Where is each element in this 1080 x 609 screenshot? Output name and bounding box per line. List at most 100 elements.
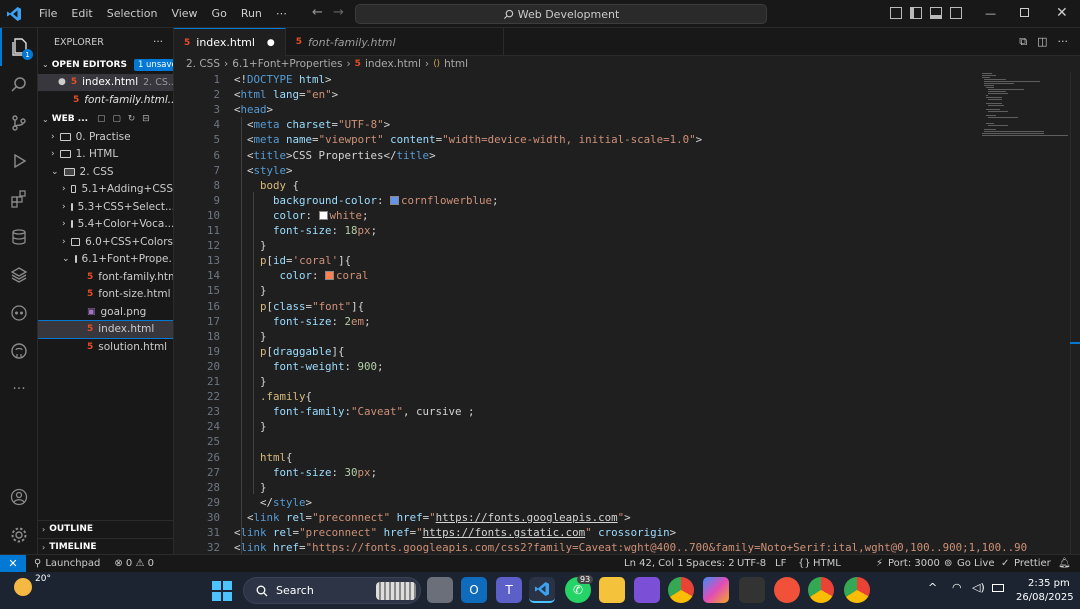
menu-view[interactable]: View bbox=[164, 7, 204, 20]
start-button[interactable] bbox=[212, 581, 232, 601]
copilot-app-icon[interactable] bbox=[634, 577, 660, 603]
color-swatch-icon[interactable] bbox=[318, 210, 328, 220]
copilot-color-icon[interactable] bbox=[703, 577, 729, 603]
menu-run[interactable]: Run bbox=[234, 7, 269, 20]
cursor-position[interactable]: Ln 42, Col 1 bbox=[624, 558, 684, 569]
task-view-icon[interactable] bbox=[427, 577, 453, 603]
timeline-section[interactable]: › TIMELINE bbox=[38, 538, 173, 554]
color-swatch-icon[interactable] bbox=[390, 195, 400, 205]
open-editor-index[interactable]: ● 5 index.html 2. CS... bbox=[38, 73, 173, 91]
volume-icon[interactable]: ◁) bbox=[972, 581, 985, 594]
code-editor[interactable]: 1 <!DOCTYPE html> 2 <html lang="en"> 3 <head>… bbox=[174, 72, 1080, 554]
encoding[interactable]: UTF-8 bbox=[737, 558, 766, 569]
breadcrumb-item[interactable]: 6.1+Font+Properties bbox=[232, 58, 342, 70]
vscode-taskbar-icon[interactable] bbox=[529, 577, 555, 603]
indentation[interactable]: Spaces: 2 bbox=[686, 558, 735, 569]
menu-go[interactable]: Go bbox=[205, 7, 234, 20]
minimap[interactable] bbox=[980, 72, 1068, 142]
forward-arrow-icon[interactable]: → bbox=[333, 5, 344, 20]
workspace-actions[interactable]: ▢ ▢ ↻ ⊟ bbox=[97, 114, 152, 124]
port-label[interactable]: Port: 3000 bbox=[888, 558, 940, 569]
davinci-icon[interactable] bbox=[739, 577, 765, 603]
scrollbar[interactable] bbox=[1070, 72, 1080, 554]
taskbar-search[interactable]: Search bbox=[243, 577, 421, 604]
toggle-secondary-sidebar-icon[interactable] bbox=[950, 7, 962, 19]
open-editor-font-family[interactable]: 5 font-family.html... bbox=[38, 91, 173, 109]
prettier-label[interactable]: Prettier bbox=[1014, 558, 1051, 569]
weather-widget[interactable]: 20° bbox=[14, 574, 51, 596]
tab-index-html[interactable]: 5 index.html ● bbox=[174, 28, 286, 56]
notifications-bell-icon[interactable]: 🔔︎ bbox=[1058, 558, 1071, 569]
code-link[interactable]: https://fonts.gstatic.com bbox=[423, 526, 586, 539]
run-debug-icon[interactable] bbox=[0, 142, 38, 180]
copilot-icon[interactable] bbox=[0, 294, 38, 332]
outline-section[interactable]: › OUTLINE bbox=[38, 520, 173, 538]
battery-icon[interactable] bbox=[992, 584, 1004, 592]
account-icon[interactable] bbox=[0, 478, 38, 516]
github-icon[interactable] bbox=[0, 332, 38, 370]
workspace-section[interactable]: ⌄ WEB ... ▢ ▢ ↻ ⊟ bbox=[38, 111, 173, 129]
tab-font-family-html[interactable]: 5 font-family.html bbox=[286, 28, 504, 56]
tree-folder[interactable]: › 0. Practise bbox=[38, 128, 173, 146]
tree-file[interactable]: 5 font-family.html bbox=[38, 268, 173, 286]
menu-edit[interactable]: Edit bbox=[64, 7, 99, 20]
more-actions-icon[interactable]: ··· bbox=[1058, 35, 1069, 49]
language-mode[interactable]: HTML bbox=[813, 558, 841, 569]
tree-folder[interactable]: › 5.1+Adding+CSS bbox=[38, 181, 173, 199]
minimize-icon[interactable]: — bbox=[985, 7, 996, 20]
tree-folder[interactable]: › 5.3+CSS+Select... bbox=[38, 198, 173, 216]
breadcrumb-item[interactable]: 2. CSS bbox=[186, 58, 220, 70]
outlook-icon[interactable]: O bbox=[461, 577, 487, 603]
customize-layout-icon[interactable] bbox=[890, 7, 902, 19]
tray-overflow-icon[interactable]: ^ bbox=[928, 581, 937, 594]
golive-button[interactable]: Go Live bbox=[957, 558, 994, 569]
chrome-profile2-icon[interactable] bbox=[844, 577, 870, 603]
source-control-icon[interactable] bbox=[0, 104, 38, 142]
tree-folder[interactable]: › 6.0+CSS+Colors bbox=[38, 233, 173, 251]
clock-date[interactable]: 26/08/2025 bbox=[1016, 592, 1074, 603]
more-views-icon[interactable]: ··· bbox=[0, 370, 38, 408]
swift-icon[interactable] bbox=[774, 577, 800, 603]
launchpad-label[interactable]: Launchpad bbox=[45, 558, 100, 569]
remote-indicator[interactable]: ✕ bbox=[0, 554, 26, 573]
wifi-icon[interactable]: ◠ bbox=[952, 581, 962, 594]
extensions-icon[interactable] bbox=[0, 180, 38, 218]
tree-folder[interactable]: ⌄ 6.1+Font+Prope... bbox=[38, 251, 173, 269]
stack-icon[interactable] bbox=[0, 256, 38, 294]
command-center-search[interactable]: Web Development bbox=[355, 4, 767, 24]
line-ending[interactable]: LF bbox=[775, 558, 786, 569]
tree-file[interactable]: 5 index.html bbox=[38, 319, 173, 339]
close-icon[interactable]: ✕ bbox=[1056, 5, 1068, 21]
tree-file[interactable]: 5 solution.html bbox=[38, 338, 173, 356]
tree-file[interactable]: ▣ goal.png bbox=[38, 303, 173, 321]
toggle-sidebar-icon[interactable] bbox=[910, 7, 922, 19]
tree-folder[interactable]: › 1. HTML bbox=[38, 146, 173, 164]
search-view-icon[interactable] bbox=[0, 66, 38, 104]
tree-folder[interactable]: ⌄ 2. CSS bbox=[38, 163, 173, 181]
unsaved-dot-icon[interactable]: ● bbox=[267, 38, 275, 48]
manage-gear-icon[interactable] bbox=[0, 516, 38, 554]
breadcrumb-item[interactable]: html bbox=[444, 58, 468, 70]
menu-file[interactable]: File bbox=[32, 7, 64, 20]
explorer-more-icon[interactable]: ··· bbox=[153, 36, 163, 48]
chrome-icon[interactable] bbox=[668, 577, 694, 603]
split-editor-icon[interactable]: ◫ bbox=[1037, 35, 1047, 49]
clock-time[interactable]: 2:35 pm bbox=[1028, 578, 1070, 589]
explorer-icon[interactable]: 1 bbox=[0, 28, 38, 66]
maximize-icon[interactable] bbox=[1020, 8, 1029, 17]
teams-icon[interactable]: T bbox=[496, 577, 522, 603]
database-icon[interactable] bbox=[0, 218, 38, 256]
code-link[interactable]: https://fonts.googleapis.com bbox=[436, 511, 618, 524]
back-arrow-icon[interactable]: ← bbox=[312, 5, 323, 20]
file-explorer-icon[interactable] bbox=[599, 577, 625, 603]
menu-selection[interactable]: Selection bbox=[100, 7, 165, 20]
toggle-panel-icon[interactable] bbox=[930, 7, 942, 19]
chrome-profile-icon[interactable] bbox=[808, 577, 834, 603]
tree-file[interactable]: 5 font-size.html bbox=[38, 286, 173, 304]
color-swatch-icon[interactable] bbox=[325, 271, 335, 281]
problems-indicator[interactable]: ⊗ 0 ⚠ 0 bbox=[114, 558, 154, 569]
open-preview-icon[interactable]: ⧉ bbox=[1019, 35, 1027, 49]
breadcrumb-item[interactable]: index.html bbox=[365, 58, 421, 70]
menu-more[interactable]: ⋯ bbox=[269, 7, 294, 20]
open-editors-section[interactable]: ⌄ OPEN EDITORS 1 unsaved bbox=[38, 56, 173, 74]
